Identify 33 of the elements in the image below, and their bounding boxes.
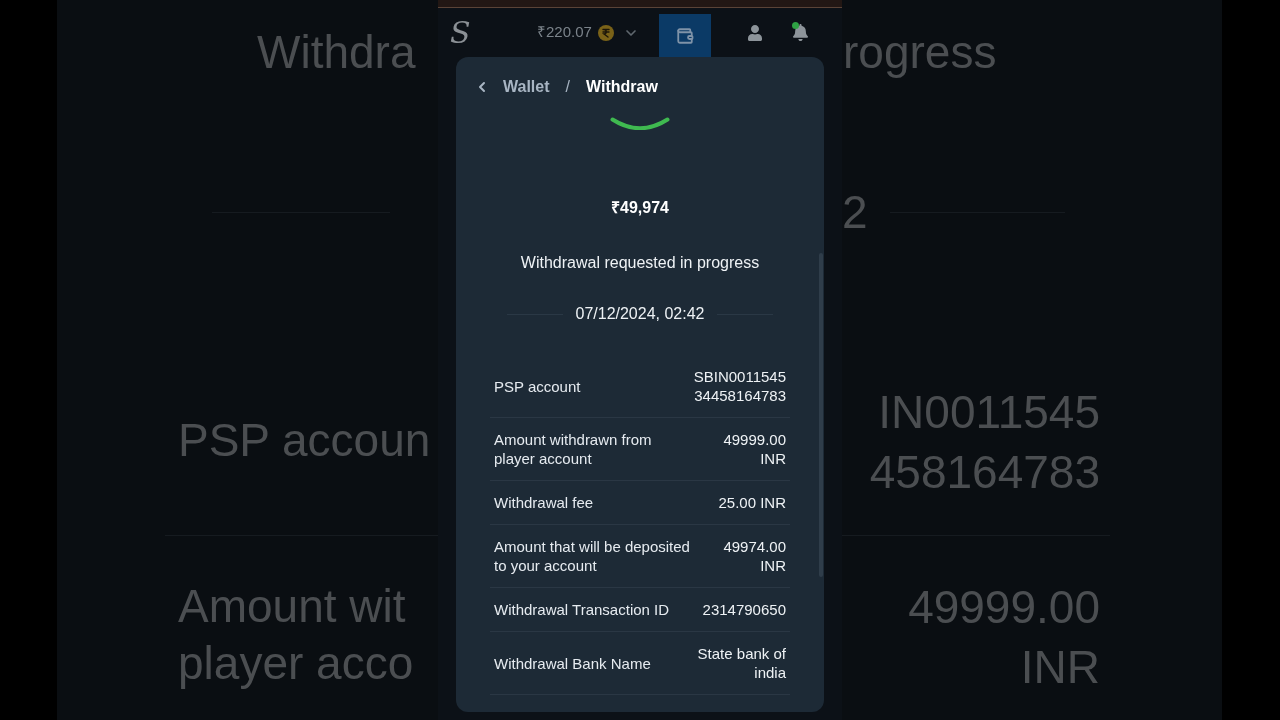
status-text: Withdrawal requested in progress (520, 253, 760, 273)
detail-value: 25.00 INR (718, 493, 786, 512)
detail-value: 49999.00 INR (723, 430, 786, 468)
backdrop-label: Amount wit player acco (178, 579, 414, 691)
backdrop-value: 49999.00 INR (908, 580, 1100, 695)
wallet-button[interactable] (659, 14, 711, 57)
breadcrumb-link[interactable]: Wallet (503, 75, 550, 99)
spinner-arc-icon (610, 117, 670, 130)
detail-value: 2314790650 (702, 600, 786, 619)
breadcrumb-current: Withdraw (586, 77, 658, 97)
date-text: 07/12/2024, 02:42 (575, 304, 705, 324)
detail-label: Withdrawal Bank Name (494, 653, 651, 673)
user-icon (747, 24, 763, 41)
detail-label: Amount that will be deposited to your account (494, 537, 690, 575)
breadcrumb-separator: / (565, 77, 570, 97)
detail-value: 49974.00 INR (723, 537, 786, 575)
detail-value: SBIN0011545 34458164783 (693, 367, 786, 405)
detail-value: State bank of india (697, 644, 786, 682)
bell-icon (791, 24, 809, 41)
backdrop-heading: Withdra (257, 25, 416, 80)
detail-label: Withdrawal fee (494, 493, 594, 512)
detail-label: Amount withdrawn from player account (494, 430, 652, 468)
backdrop-label: PSP accoun (178, 413, 431, 468)
balance-amount[interactable]: ₹220.07 (537, 21, 592, 44)
wallet-icon (676, 26, 694, 45)
withdraw-amount: ₹49,974 (611, 198, 669, 218)
backdrop-value: IN0011545 458164783 (869, 385, 1100, 500)
logo[interactable]: S (450, 14, 480, 51)
backdrop-heading: rogress (843, 25, 997, 80)
backdrop-date: 2 (842, 185, 868, 240)
detail-label: PSP account (494, 376, 581, 396)
coin-icon (597, 24, 614, 41)
detail-label: Withdrawal Transaction ID (494, 600, 670, 619)
